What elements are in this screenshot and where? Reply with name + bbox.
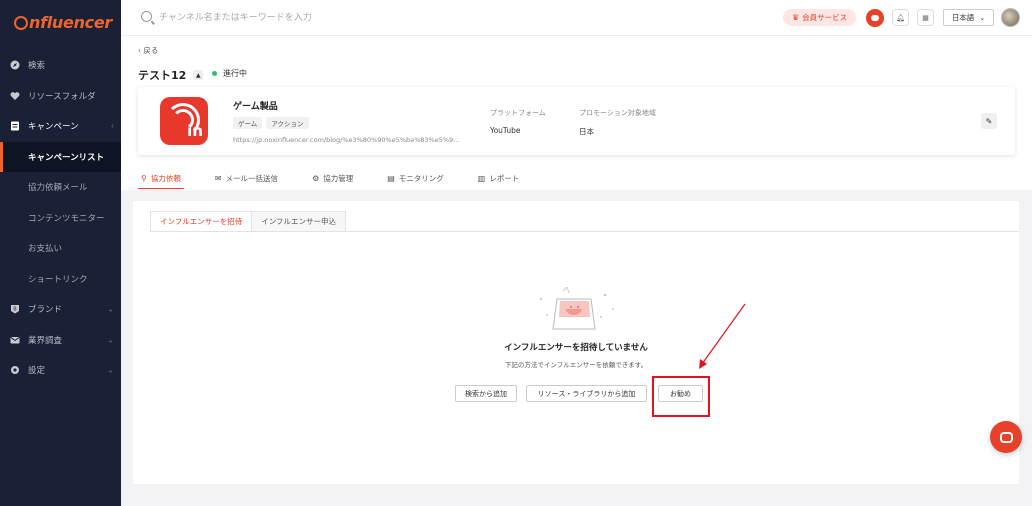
support-chat-button[interactable] bbox=[990, 421, 1022, 453]
chat-icon bbox=[999, 431, 1013, 443]
annotation-arrow-icon bbox=[699, 303, 746, 369]
